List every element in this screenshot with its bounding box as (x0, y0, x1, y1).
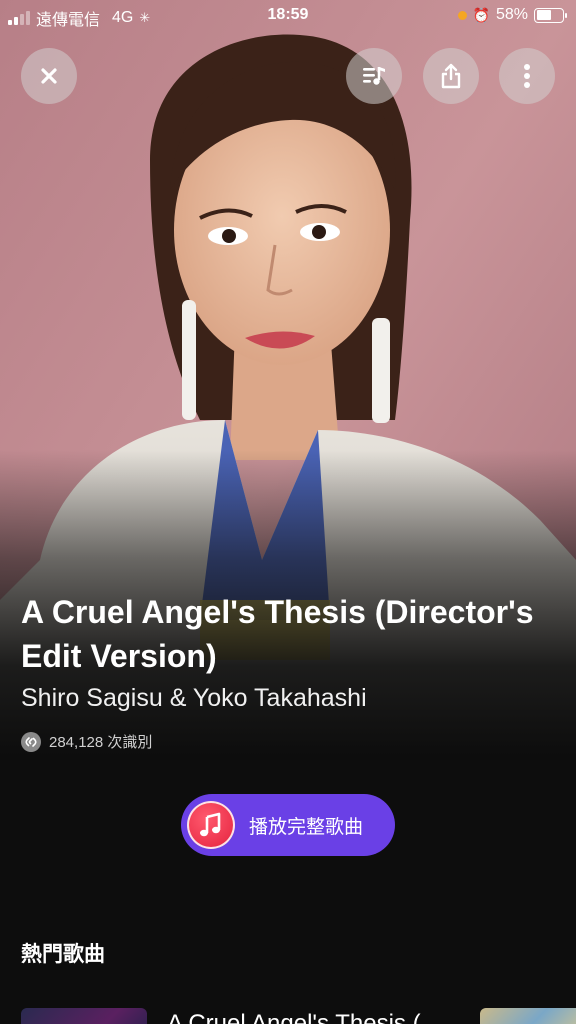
share-icon (441, 63, 461, 89)
share-button[interactable] (423, 48, 479, 104)
music-queue-icon (363, 67, 385, 85)
play-full-song-label: 播放完整歌曲 (249, 816, 364, 838)
close-icon (41, 68, 57, 84)
hero-gradient-overlay (0, 0, 576, 900)
shazam-count: 284,128 次識別 (49, 734, 153, 751)
privacy-indicator-icon (457, 10, 467, 20)
battery-icon (534, 7, 567, 23)
alarm-icon: ⏰ (472, 6, 490, 23)
song-title: A Cruel Angel's Thesis (Director's Edit … (21, 594, 534, 674)
apple-music-icon (187, 801, 235, 849)
close-button[interactable] (21, 48, 77, 104)
play-full-song-button[interactable]: 播放完整歌曲 (181, 794, 395, 856)
more-options-button[interactable] (499, 48, 555, 104)
list-item[interactable]: A Cruel Angel's Thesis ( (0, 1008, 576, 1024)
status-right: ⏰ 58% (457, 6, 567, 24)
next-song-artwork-thumbnail[interactable] (480, 1008, 576, 1024)
song-artwork-thumbnail (21, 1008, 147, 1024)
shazam-count-row: 284,128 次識別 (21, 731, 152, 752)
status-bar: 遠傳電信 4G ✳ 18:59 ⏰ 58% (0, 0, 576, 30)
list-item-title: A Cruel Angel's Thesis ( (167, 1010, 421, 1024)
top-songs-heading: 熱門歌曲 (21, 943, 105, 966)
artist-hero-image (0, 0, 576, 900)
artist-name[interactable]: Shiro Sagisu & Yoko Takahashi (21, 684, 367, 713)
shazam-icon (21, 731, 41, 752)
more-vertical-icon (524, 64, 530, 88)
music-queue-button[interactable] (346, 48, 402, 104)
battery-percentage: 58% (495, 6, 528, 23)
